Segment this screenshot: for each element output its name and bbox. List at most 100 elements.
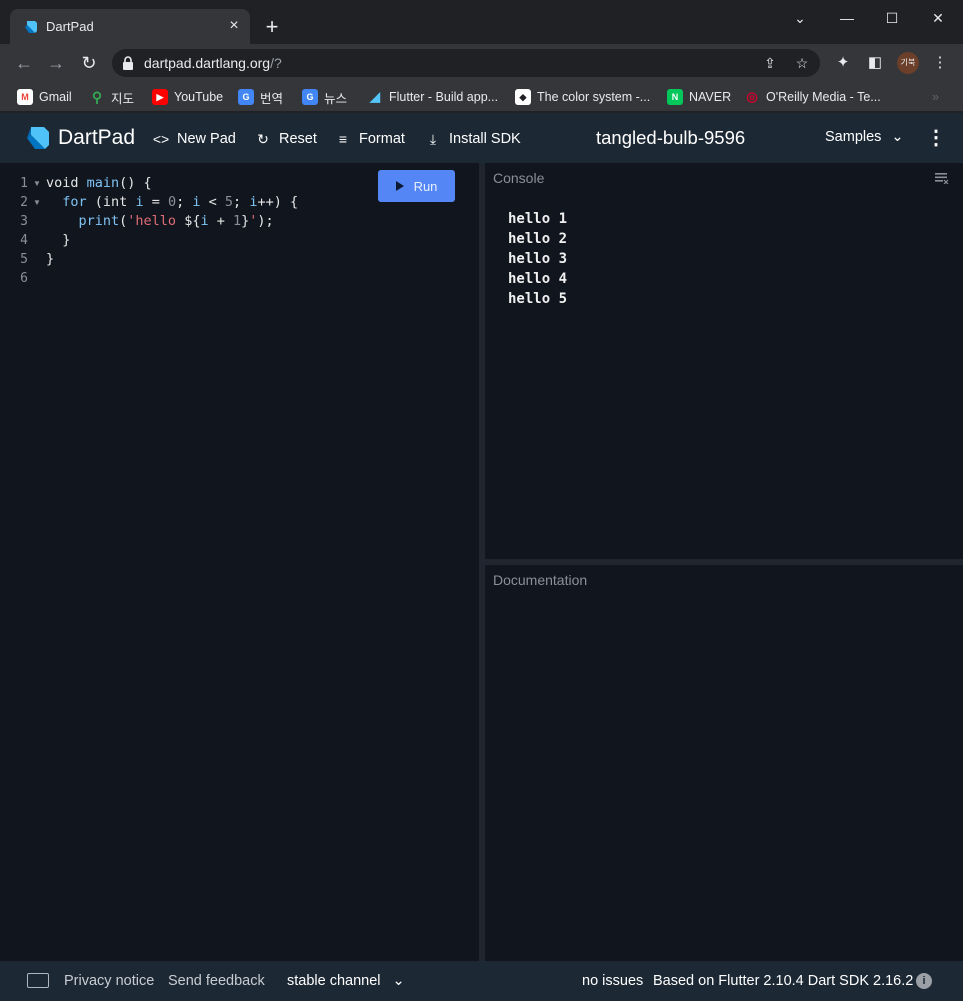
- side-panel-icon[interactable]: ◧: [865, 53, 885, 73]
- browser-toolbar: ← → ↻ dartpad.dartlang.org/? ⇪ ☆ ✦ ◧ 기북 …: [0, 44, 963, 82]
- format-button[interactable]: ≡ Format: [335, 129, 405, 149]
- url-text: dartpad.dartlang.org/?: [144, 55, 282, 71]
- bookmark-label: The color system -...: [537, 90, 651, 104]
- reset-label: Reset: [279, 131, 317, 147]
- line-number: 3: [20, 214, 28, 229]
- bookmark-label: Flutter - Build app...: [389, 90, 499, 104]
- bookmark-youtube[interactable]: ▶ YouTube: [152, 87, 223, 107]
- browser-tab[interactable]: DartPad ×: [10, 9, 250, 45]
- profile-avatar[interactable]: 기북: [897, 52, 919, 74]
- line-number: 2: [20, 195, 28, 210]
- bookmark-star-icon[interactable]: ☆: [792, 53, 812, 73]
- dart-favicon-icon: [25, 21, 37, 33]
- bookmarks-bar: M Gmail ⚲ 지도 ▶ YouTube G 번역 G 뉴스 ◢ Flutt…: [0, 82, 963, 112]
- fold-arrow-icon[interactable]: ▼: [33, 179, 41, 188]
- info-icon[interactable]: i: [916, 973, 932, 989]
- reload-icon[interactable]: ↻: [78, 52, 100, 74]
- fold-arrow-icon[interactable]: ▼: [33, 198, 41, 207]
- screen: DartPad × + ⌄ — ☐ ✕ ← → ↻ dartpad.dartla…: [0, 0, 963, 1001]
- bookmark-label: YouTube: [174, 90, 224, 104]
- news-icon: G: [302, 89, 318, 105]
- run-button[interactable]: Run: [378, 170, 455, 202]
- channel-dropdown[interactable]: stable channel ⌄: [287, 973, 405, 989]
- bookmark-news[interactable]: G 뉴스: [302, 87, 347, 107]
- bookmark-gmail[interactable]: M Gmail: [17, 87, 72, 107]
- line-number: 5: [20, 252, 28, 267]
- chevron-down-icon: ⌄: [891, 129, 904, 145]
- app-title: DartPad: [58, 126, 136, 149]
- new-pad-label: New Pad: [177, 131, 236, 147]
- clear-console-icon[interactable]: [935, 172, 949, 184]
- forward-icon[interactable]: →: [45, 52, 67, 74]
- line-number: 4: [20, 233, 28, 248]
- tab-close-icon[interactable]: ×: [226, 18, 242, 34]
- console-title: Console: [493, 170, 545, 186]
- install-sdk-button[interactable]: ⤓ Install SDK: [425, 129, 521, 149]
- play-icon: [395, 181, 404, 191]
- new-tab-icon[interactable]: +: [262, 16, 282, 38]
- extensions-icon[interactable]: ✦: [833, 53, 853, 73]
- translate-icon: G: [238, 89, 254, 105]
- console-output-line: hello 5: [508, 291, 568, 307]
- bookmark-label: 뉴스: [324, 91, 348, 106]
- chevron-down-icon: ⌄: [392, 973, 405, 989]
- naver-icon: N: [667, 89, 683, 105]
- keyboard-icon[interactable]: [27, 973, 49, 988]
- minimize-icon[interactable]: —: [837, 8, 857, 28]
- dart-logo-icon: [27, 127, 49, 149]
- more-bookmarks-icon[interactable]: »: [932, 87, 939, 107]
- window-close-icon[interactable]: ✕: [928, 8, 948, 28]
- privacy-notice-link[interactable]: Privacy notice: [64, 973, 154, 989]
- send-feedback-link[interactable]: Send feedback: [168, 973, 265, 989]
- refresh-icon: ↻: [257, 130, 269, 147]
- back-icon[interactable]: ←: [13, 52, 35, 74]
- bookmark-label: NAVER: [689, 90, 732, 104]
- tab-search-icon[interactable]: ⌄: [790, 8, 810, 28]
- material-icon: ◆: [515, 89, 531, 105]
- code-line: print('hello ${i + 1}');: [78, 213, 274, 229]
- lock-icon: [123, 56, 133, 70]
- run-label: Run: [413, 178, 438, 194]
- install-sdk-label: Install SDK: [449, 131, 521, 147]
- samples-label: Samples: [825, 129, 882, 145]
- console-panel: Console hello 1 hello 2 hello 3 hello 4 …: [485, 163, 963, 559]
- flutter-icon: ◢: [370, 89, 380, 104]
- bookmark-label: 지도: [111, 91, 135, 106]
- share-icon[interactable]: ⇪: [760, 53, 780, 73]
- console-output-line: hello 1: [508, 211, 568, 227]
- more-options-icon[interactable]: ⋮: [926, 127, 946, 149]
- maximize-icon[interactable]: ☐: [882, 8, 902, 28]
- browser-tabstrip: DartPad × + ⌄ — ☐ ✕: [0, 0, 963, 45]
- bookmark-oreilly[interactable]: ◎ O'Reilly Media - Te...: [744, 87, 881, 107]
- bookmark-naver[interactable]: N NAVER: [667, 87, 731, 107]
- bookmark-label: O'Reilly Media - Te...: [766, 90, 881, 104]
- code-line: void main() {: [46, 175, 152, 191]
- bookmark-translate[interactable]: G 번역: [238, 87, 283, 107]
- code-icon: <>: [152, 131, 170, 147]
- documentation-title: Documentation: [493, 572, 588, 588]
- tab-title: DartPad: [46, 19, 94, 34]
- bookmark-flutter[interactable]: ◢ Flutter - Build app...: [367, 87, 498, 107]
- oreilly-icon: ◎: [746, 89, 758, 104]
- youtube-icon: ▶: [152, 89, 168, 105]
- code-editor[interactable]: 1 2 3 4 5 6 ▼ ▼ void main() { for (int i…: [0, 163, 479, 961]
- code-line: for (int i = 0; i < 5; i++) {: [62, 194, 299, 210]
- dartpad-header: DartPad <> New Pad ↻ Reset ≡ Format ⤓ In…: [0, 113, 963, 163]
- new-pad-button[interactable]: <> New Pad: [153, 129, 236, 149]
- version-info: Based on Flutter 2.10.4 Dart SDK 2.16.2: [653, 973, 914, 989]
- bookmark-color-system[interactable]: ◆ The color system -...: [515, 87, 650, 107]
- bookmark-label: Gmail: [39, 90, 72, 104]
- maps-icon: ⚲: [91, 88, 103, 105]
- console-output-line: hello 2: [508, 231, 568, 247]
- reset-button[interactable]: ↻ Reset: [255, 129, 317, 149]
- console-output-line: hello 3: [508, 251, 568, 267]
- samples-dropdown[interactable]: Samples ⌄: [825, 129, 904, 145]
- address-bar[interactable]: dartpad.dartlang.org/? ⇪ ☆: [112, 49, 820, 77]
- browser-menu-icon[interactable]: ⋮: [930, 53, 950, 73]
- gmail-icon: M: [17, 89, 33, 105]
- pad-name[interactable]: tangled-bulb-9596: [596, 127, 745, 149]
- status-footer: Privacy notice Send feedback stable chan…: [0, 961, 963, 1001]
- code-line: }: [46, 251, 55, 267]
- issues-status[interactable]: no issues: [582, 973, 643, 989]
- bookmark-maps[interactable]: ⚲ 지도: [89, 87, 134, 107]
